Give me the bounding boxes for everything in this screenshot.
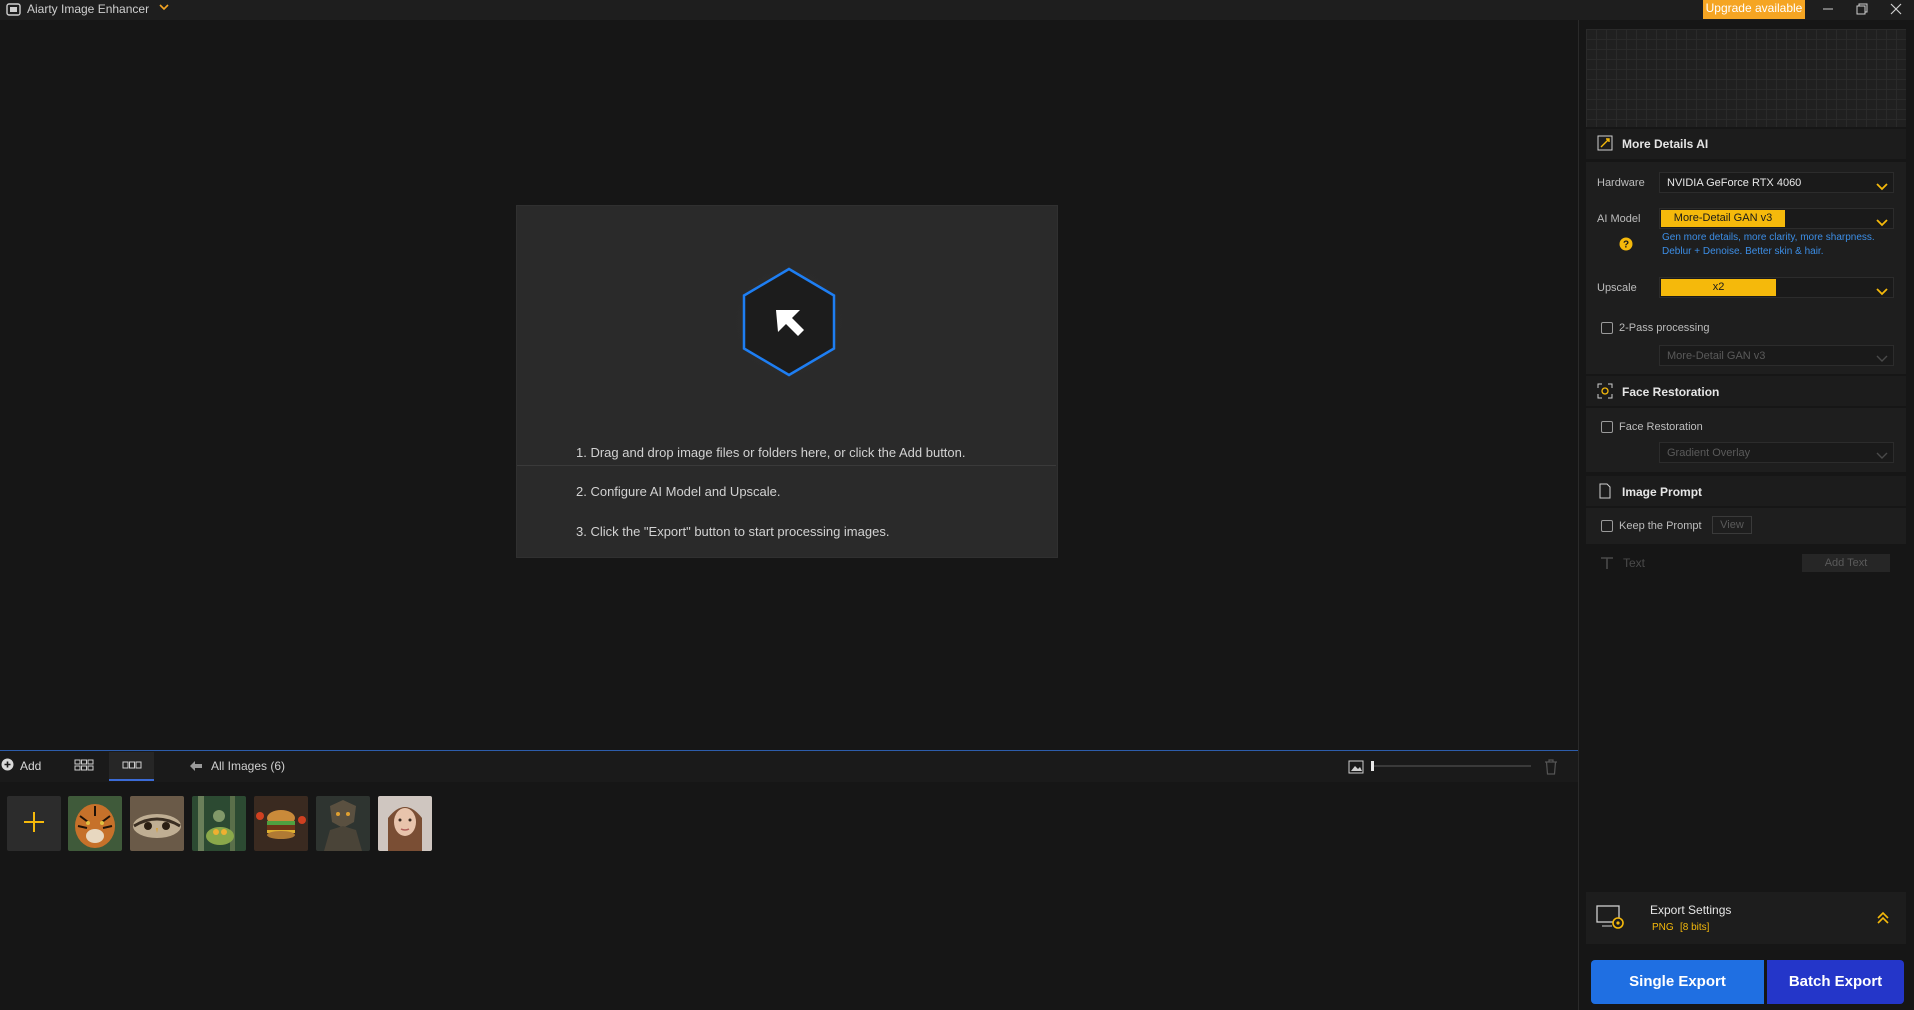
two-pass-checkbox[interactable] xyxy=(1601,322,1613,334)
keep-prompt-checkbox[interactable] xyxy=(1601,520,1613,532)
add-text-button[interactable]: Add Text xyxy=(1802,554,1890,572)
add-label: Add xyxy=(20,759,42,773)
image-size-icon xyxy=(1348,760,1364,774)
image-prompt-title: Image Prompt xyxy=(1622,485,1703,499)
app-title[interactable]: Aiarty Image Enhancer xyxy=(27,2,149,16)
export-settings-title: Export Settings xyxy=(1650,903,1732,917)
keep-prompt-label: Keep the Prompt xyxy=(1619,520,1702,532)
thumbnail-tiger[interactable] xyxy=(68,796,122,851)
plus-icon xyxy=(23,811,45,836)
upscale-value: x2 xyxy=(1661,279,1776,296)
thumbnail-owl[interactable] xyxy=(130,796,184,851)
text-tool-icon xyxy=(1599,555,1615,571)
filmstrip-view-icon xyxy=(122,759,142,773)
trash-icon[interactable] xyxy=(1544,759,1558,775)
face-mode-value: Gradient Overlay xyxy=(1667,447,1751,459)
upscale-label: Upscale xyxy=(1597,282,1637,294)
thumbnail-warrior[interactable] xyxy=(316,796,370,851)
restore-icon[interactable] xyxy=(1845,0,1879,18)
add-image-tile[interactable] xyxy=(7,796,61,851)
export-bits: [8 bits] xyxy=(1680,922,1710,933)
more-details-body xyxy=(1586,162,1906,374)
help-icon[interactable]: ? xyxy=(1619,237,1633,251)
plus-circle-icon xyxy=(1,758,14,774)
two-pass-label: 2-Pass processing xyxy=(1619,322,1710,334)
chevron-down-icon xyxy=(1876,449,1888,459)
title-bar xyxy=(0,0,1914,20)
chevron-down-icon[interactable] xyxy=(1876,285,1888,296)
enhance-icon xyxy=(1597,135,1613,151)
ai-model-description-2: Deblur + Denoise. Better skin & hair. xyxy=(1662,246,1824,257)
more-details-title: More Details AI xyxy=(1622,137,1709,151)
app-logo-icon xyxy=(6,2,21,17)
face-restoration-checkbox[interactable] xyxy=(1601,421,1613,433)
card-divider xyxy=(517,465,1056,466)
thumbnail-forest[interactable] xyxy=(192,796,246,851)
thumbnail-size-slider[interactable] xyxy=(1371,765,1531,767)
chevron-down-icon[interactable] xyxy=(1876,180,1888,191)
preview-navigator[interactable] xyxy=(1586,29,1906,127)
grid-view-icon xyxy=(74,759,94,774)
batch-export-button[interactable]: Batch Export xyxy=(1767,960,1904,1004)
face-restoration-title: Face Restoration xyxy=(1622,385,1720,399)
all-images-label[interactable]: All Images (6) xyxy=(211,759,285,773)
ai-model-description-1: Gen more details, more clarity, more sha… xyxy=(1662,232,1875,243)
export-format: PNG xyxy=(1652,922,1674,933)
svg-text:?: ? xyxy=(1623,240,1629,251)
instruction-step-1: 1. Drag and drop image files or folders … xyxy=(576,445,966,460)
thumbnail-portrait[interactable] xyxy=(378,796,432,851)
instruction-step-3: 3. Click the "Export" button to start pr… xyxy=(576,524,890,539)
thumbnail-burger[interactable] xyxy=(254,796,308,851)
add-button[interactable]: Add xyxy=(1,758,41,774)
face-restoration-label: Face Restoration xyxy=(1619,421,1703,433)
grid-view-button[interactable] xyxy=(64,752,104,781)
document-icon xyxy=(1597,483,1613,499)
instruction-step-2: 2. Configure AI Model and Upscale. xyxy=(576,484,781,499)
hardware-value: NVIDIA GeForce RTX 4060 xyxy=(1667,177,1802,189)
chevron-down-icon xyxy=(1876,352,1888,362)
face-scan-icon xyxy=(1597,383,1613,399)
export-settings-icon xyxy=(1596,904,1624,930)
chevron-down-icon[interactable] xyxy=(1876,216,1888,227)
chevron-double-up-icon[interactable] xyxy=(1876,911,1890,925)
view-prompt-button[interactable]: View xyxy=(1712,516,1752,534)
single-export-button[interactable]: Single Export xyxy=(1591,960,1764,1004)
ai-model-value: More-Detail GAN v3 xyxy=(1661,210,1785,227)
slider-thumb[interactable] xyxy=(1371,761,1374,771)
export-settings-box[interactable] xyxy=(1586,892,1906,944)
two-pass-model-value: More-Detail GAN v3 xyxy=(1667,350,1766,362)
hardware-label: Hardware xyxy=(1597,177,1645,189)
filmstrip-view-button[interactable] xyxy=(109,752,154,781)
import-hexagon-icon[interactable] xyxy=(714,246,864,411)
back-arrow-icon[interactable] xyxy=(189,759,203,773)
chevron-down-icon[interactable] xyxy=(158,1,170,13)
close-icon[interactable] xyxy=(1879,0,1913,18)
minimize-icon[interactable] xyxy=(1811,0,1845,18)
upgrade-button[interactable]: Upgrade available xyxy=(1703,0,1805,19)
text-label: Text xyxy=(1623,556,1646,570)
ai-model-label: AI Model xyxy=(1597,213,1641,225)
